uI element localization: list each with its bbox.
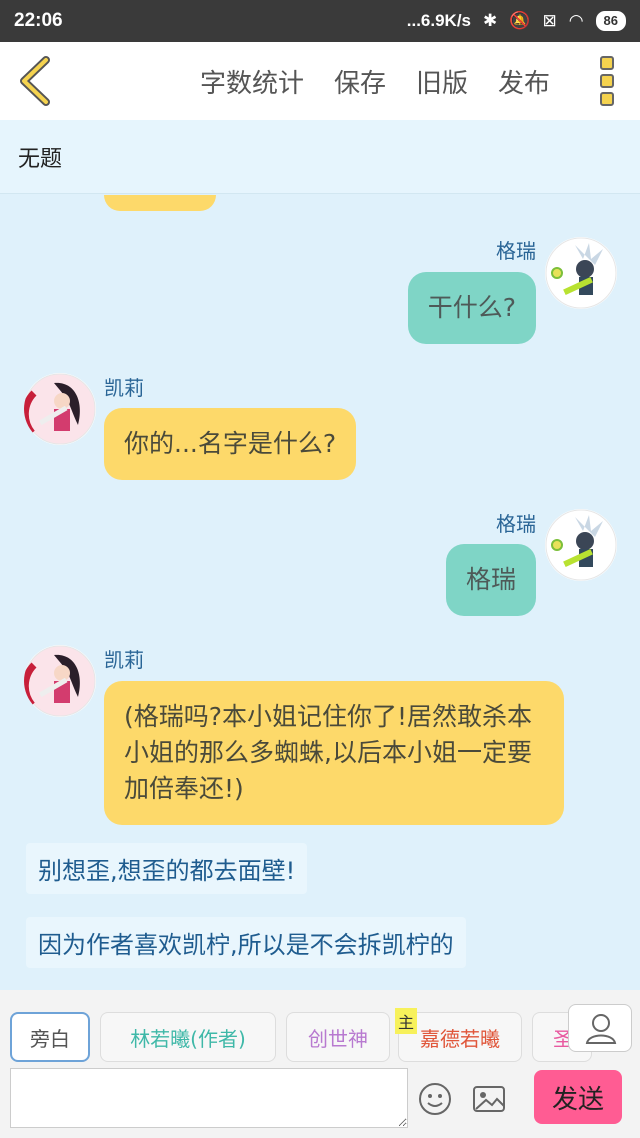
narration-text[interactable]: 别想歪,想歪的都去面壁!: [26, 843, 308, 894]
smiley-icon: [419, 1083, 451, 1115]
status-bar: 22:06 ...6.9K/s ✱ 🔕 ⊠ ◠ 86: [0, 0, 640, 42]
avatar-kaili[interactable]: [24, 645, 96, 717]
message-bubble[interactable]: 格瑞: [445, 544, 536, 616]
old-version-button[interactable]: 旧版: [416, 63, 468, 100]
role-label: 创世神: [308, 1026, 368, 1051]
network-speed: ...6.9K/s: [406, 11, 472, 30]
chevron-left-icon: [20, 56, 50, 106]
previous-bubble-stub: [104, 195, 216, 211]
avatar-gerui[interactable]: [545, 237, 617, 309]
back-button[interactable]: [16, 56, 56, 106]
battery-icon: 86: [595, 11, 626, 31]
role-narrator[interactable]: 旁白: [10, 1012, 90, 1062]
status-icons: ...6.9K/s ✱ 🔕 ⊠ ◠ 86: [407, 11, 626, 31]
chat-area[interactable]: 格瑞 干什么? 凯莉 你的...名字是什么? 格瑞 格瑞 凯莉 (格瑞吗?本小姐…: [0, 195, 640, 990]
top-actions: 字数统计 保存 旧版 发布: [200, 42, 550, 120]
top-bar: 字数统计 保存 旧版 发布: [0, 42, 640, 120]
bluetooth-icon: ✱: [483, 11, 498, 30]
story-title[interactable]: 无题: [0, 120, 640, 194]
message-bubble[interactable]: 干什么?: [407, 272, 536, 344]
status-time: 22:06: [14, 10, 63, 31]
avatar-gerui-image: [545, 509, 617, 581]
word-count-button[interactable]: 字数统计: [200, 63, 304, 100]
mute-bell-icon: 🔕: [509, 11, 531, 30]
role-creator-god[interactable]: 创世神: [286, 1012, 390, 1062]
message-bubble[interactable]: (格瑞吗?本小姐记住你了!居然敢杀本小姐的那么多蜘蛛,以后本小姐一定要加倍奉还!…: [104, 681, 564, 825]
avatar-gerui[interactable]: [545, 509, 617, 581]
role-selector: 旁白 林若曦(作者) 创世神 嘉德若曦 主 圣: [0, 990, 640, 1068]
user-icon: [585, 1014, 617, 1044]
avatar-kaili-image: [24, 645, 96, 717]
image-button[interactable]: [472, 1082, 506, 1116]
role-label: 林若曦(作者): [130, 1026, 246, 1051]
send-button[interactable]: 发送: [534, 1070, 622, 1124]
sender-name: 格瑞: [496, 512, 536, 536]
sim-off-icon: ⊠: [542, 11, 557, 30]
message-bubble[interactable]: 你的...名字是什么?: [104, 408, 357, 480]
emoji-button[interactable]: [418, 1082, 452, 1116]
role-lin-ruoxi[interactable]: 林若曦(作者): [100, 1012, 276, 1062]
narration-text[interactable]: 因为作者喜欢凯柠,所以是不会拆凯柠的: [26, 917, 466, 968]
avatar-gerui-image: [545, 237, 617, 309]
role-label: 旁白: [30, 1026, 70, 1051]
sender-name: 凯莉: [104, 648, 144, 672]
avatar-kaili[interactable]: [24, 373, 96, 445]
role-label: 嘉德若曦: [420, 1026, 500, 1051]
role-manage-button[interactable]: [568, 1004, 632, 1052]
sender-name: 凯莉: [104, 376, 144, 400]
publish-button[interactable]: 发布: [498, 63, 550, 100]
avatar-kaili-image: [24, 373, 96, 445]
save-button[interactable]: 保存: [334, 63, 386, 100]
image-icon: [473, 1086, 505, 1112]
wifi-icon: ◠: [568, 11, 584, 30]
more-menu-icon[interactable]: [600, 56, 614, 106]
input-bar: 发送: [0, 1068, 640, 1138]
message-input[interactable]: [10, 1068, 408, 1128]
main-role-badge: 主: [395, 1008, 417, 1034]
sender-name: 格瑞: [496, 239, 536, 263]
